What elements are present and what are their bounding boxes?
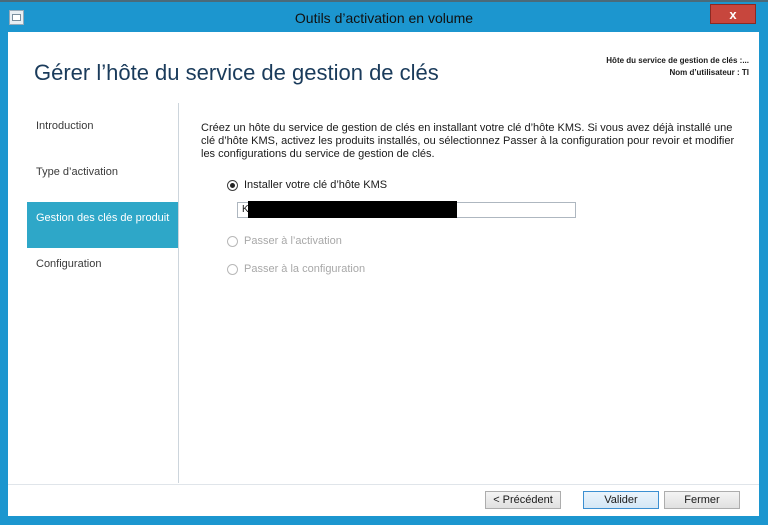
window: Outils d’activation en volume x Gérer l’… — [0, 0, 768, 525]
footer-divider — [8, 484, 759, 485]
close-window-button[interactable]: x — [710, 4, 756, 24]
close-button[interactable]: Fermer — [664, 491, 740, 509]
window-title: Outils d’activation en volume — [294, 10, 474, 26]
radio-skip-to-activation: Passer à l’activation — [227, 233, 342, 249]
nav-item-label: Introduction — [36, 120, 94, 132]
page-title: Gérer l’hôte du service de gestion de cl… — [34, 60, 439, 85]
radio-label: Installer votre clé d’hôte KMS — [244, 179, 388, 191]
radio-checked-icon[interactable] — [227, 179, 238, 191]
nav-item-activation-type[interactable]: Type d’activation — [27, 156, 178, 202]
radio-unchecked-icon — [227, 235, 238, 247]
radio-skip-to-configuration: Passer à la configuration — [227, 261, 365, 277]
radio-label: Passer à la configuration — [244, 263, 366, 275]
window-border-left — [0, 32, 8, 525]
nav-item-label: Type d’activation — [36, 166, 118, 178]
description-text: Créez un hôte du service de gestion de c… — [201, 122, 735, 160]
nav-item-label: Gestion des clés de produit — [36, 212, 170, 224]
nav-item-label: Configuration — [36, 258, 102, 270]
user-label: Nom d’utilisateur : TI — [669, 68, 749, 77]
window-border-bottom — [0, 516, 768, 525]
radio-label: Passer à l’activation — [244, 235, 342, 247]
validate-button[interactable]: Valider — [583, 491, 659, 509]
redaction-bar — [248, 201, 457, 218]
nav-item-introduction[interactable]: Introduction — [27, 110, 178, 156]
nav-item-configuration[interactable]: Configuration — [27, 248, 178, 294]
radio-unchecked-icon — [227, 263, 238, 275]
radio-install-key[interactable]: Installer votre clé d’hôte KMS — [227, 177, 387, 193]
window-border-right — [759, 32, 768, 525]
nav-divider — [178, 103, 179, 483]
wizard-body: Gérer l’hôte du service de gestion de cl… — [8, 32, 759, 516]
server-info: Hôte du service de gestion de clés :... … — [606, 55, 749, 79]
host-label: Hôte du service de gestion de clés :... — [606, 56, 749, 65]
title-bar[interactable]: Outils d’activation en volume x — [0, 2, 768, 32]
previous-button[interactable]: < Précédent — [485, 491, 561, 509]
nav-item-product-keys[interactable]: Gestion des clés de produit — [27, 202, 178, 248]
